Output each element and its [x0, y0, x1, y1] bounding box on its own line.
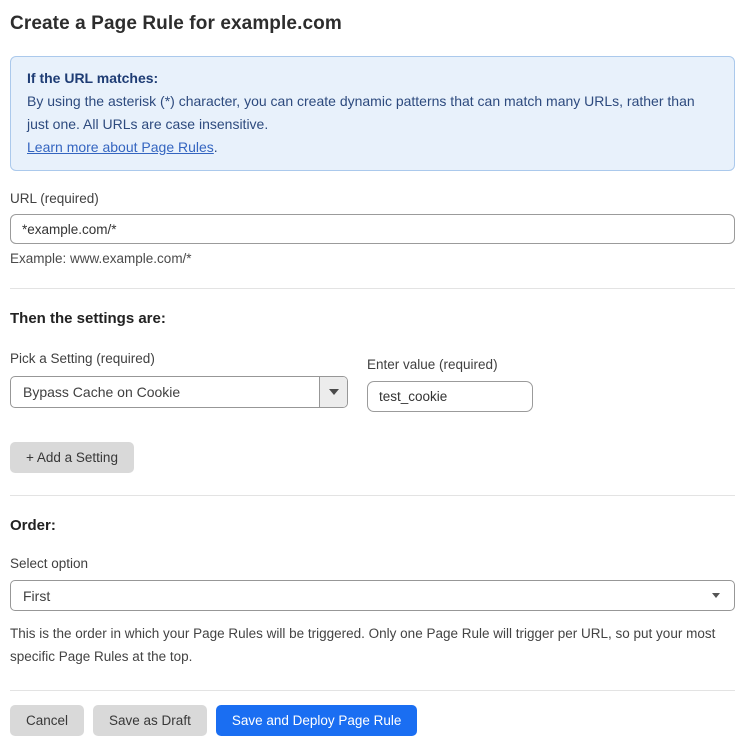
order-section-heading: Order: — [10, 517, 735, 534]
order-select-value: First — [23, 588, 50, 604]
setting-value-input[interactable] — [367, 381, 533, 412]
save-and-deploy-button[interactable]: Save and Deploy Page Rule — [216, 705, 418, 736]
setting-select-arrow-button[interactable] — [319, 377, 347, 407]
link-period: . — [214, 139, 218, 155]
enter-value-label: Enter value (required) — [367, 357, 533, 372]
url-matches-info-box: If the URL matches: By using the asteris… — [10, 56, 735, 171]
url-input[interactable] — [10, 214, 735, 244]
cancel-button[interactable]: Cancel — [10, 705, 84, 736]
add-setting-button[interactable]: + Add a Setting — [10, 442, 134, 473]
create-page-rule-form: Create a Page Rule for example.com If th… — [0, 0, 750, 748]
info-box-link-line: Learn more about Page Rules. — [27, 136, 718, 159]
chevron-down-icon — [712, 593, 720, 598]
pick-setting-label: Pick a Setting (required) — [10, 351, 348, 366]
divider — [10, 690, 735, 691]
setting-select[interactable]: Bypass Cache on Cookie — [10, 376, 348, 408]
url-helper-text: Example: www.example.com/* — [10, 251, 735, 266]
order-helper-text: This is the order in which your Page Rul… — [10, 622, 732, 668]
footer-actions: Cancel Save as Draft Save and Deploy Pag… — [10, 705, 735, 748]
chevron-down-icon — [329, 389, 339, 395]
page-title: Create a Page Rule for example.com — [10, 13, 735, 35]
pick-setting-group: Pick a Setting (required) Bypass Cache o… — [10, 351, 348, 408]
settings-section-heading: Then the settings are: — [10, 310, 735, 327]
url-label: URL (required) — [10, 191, 735, 206]
url-field-group: URL (required) Example: www.example.com/… — [10, 191, 735, 266]
learn-more-link[interactable]: Learn more about Page Rules — [27, 139, 214, 155]
info-box-body: By using the asterisk (*) character, you… — [27, 90, 718, 136]
save-as-draft-button[interactable]: Save as Draft — [93, 705, 207, 736]
info-box-heading: If the URL matches: — [27, 67, 718, 90]
enter-value-group: Enter value (required) — [367, 357, 533, 412]
divider — [10, 495, 735, 496]
order-select[interactable]: First — [10, 580, 735, 611]
setting-select-value: Bypass Cache on Cookie — [11, 377, 319, 407]
setting-row: Pick a Setting (required) Bypass Cache o… — [10, 351, 735, 412]
divider — [10, 288, 735, 289]
order-select-label: Select option — [10, 556, 735, 571]
